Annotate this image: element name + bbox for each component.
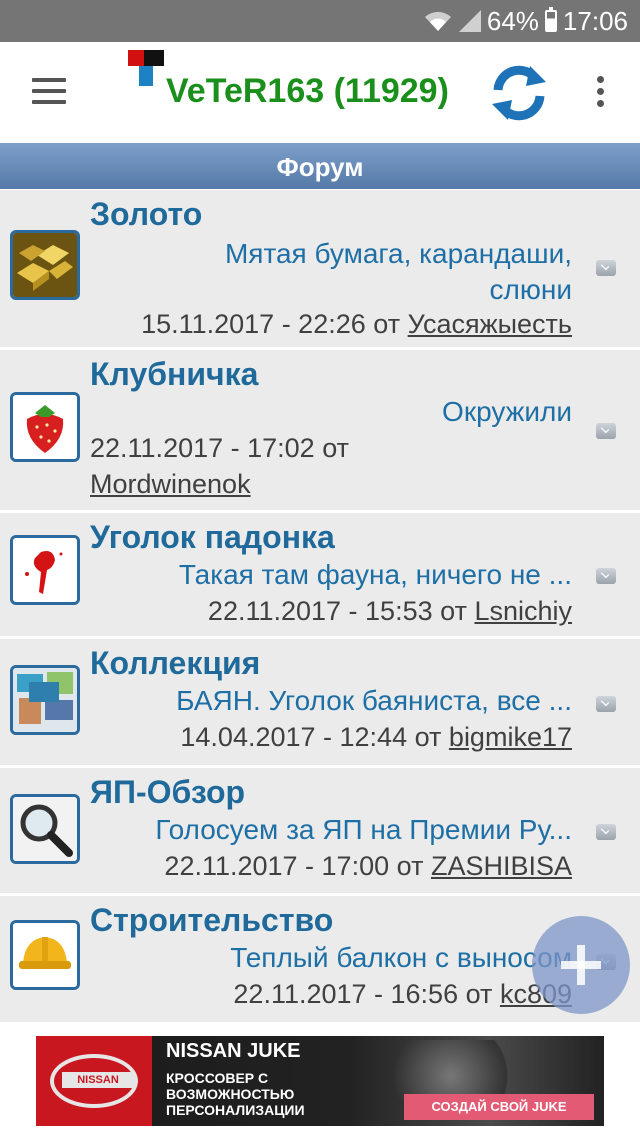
magnifier-icon	[10, 794, 80, 864]
add-fab-button[interactable]	[532, 916, 630, 1014]
forum-title: Уголок падонка	[90, 519, 335, 555]
forum-last-topic[interactable]: БАЯН. Уголок баяниста, все ...	[176, 683, 572, 719]
forum-title: Золото	[90, 196, 203, 232]
forum-user-link[interactable]: bigmike17	[449, 722, 572, 752]
forum-title: Клубничка	[90, 356, 259, 392]
refresh-icon[interactable]	[488, 62, 550, 124]
ad-logo-text: NISSAN	[62, 1072, 134, 1088]
forum-meta: 15.11.2017 - 22:26 от Усасяжыесть	[141, 306, 572, 342]
forum-from-label: от	[396, 851, 424, 881]
logo-icon	[128, 50, 168, 90]
ad-title: NISSAN JUKE	[166, 1040, 301, 1062]
red-blot-icon	[10, 535, 80, 605]
forum-item-yap-obzor[interactable]: ЯП-Обзор Голосуем за ЯП на Премии Ру... …	[0, 768, 640, 896]
forum-title: Коллекция	[90, 645, 261, 681]
forum-date: 22.11.2017 - 17:02	[90, 433, 315, 463]
forum-item-kollekciya[interactable]: Коллекция БАЯН. Уголок баяниста, все ...…	[0, 639, 640, 768]
forum-user-link[interactable]: Mordwinenok	[90, 469, 251, 499]
signal-icon	[458, 10, 481, 32]
forum-meta: 22.11.2017 - 17:02 от Mordwinenok	[90, 430, 430, 502]
nissan-logo-icon: NISSAN	[36, 1036, 152, 1126]
app-bar: VeTeR163 (11929)	[0, 42, 640, 142]
status-time: 17:06	[562, 5, 628, 36]
battery-percent: 64%	[486, 5, 539, 36]
forum-from-label: от	[322, 433, 350, 463]
wifi-icon	[424, 11, 451, 31]
mail-icon	[596, 568, 616, 584]
forum-last-topic[interactable]: Теплый балкон с выносом	[230, 940, 572, 976]
menu-icon[interactable]	[32, 78, 66, 106]
more-icon[interactable]	[594, 76, 606, 110]
ad-banner[interactable]: NISSAN NISSAN JUKE КРОССОВЕР С ВОЗМОЖНОС…	[36, 1036, 604, 1126]
forum-meta: 22.11.2017 - 15:53 от Lsnichiy	[208, 593, 572, 629]
battery-icon	[544, 7, 557, 32]
strawberry-icon	[10, 392, 80, 462]
forum-meta: 14.04.2017 - 12:44 от bigmike17	[180, 719, 572, 755]
forum-date: 15.11.2017 - 22:26	[141, 309, 366, 339]
hard-hat-icon	[10, 920, 80, 990]
forum-from-label: от	[440, 596, 467, 626]
mail-icon	[596, 423, 616, 439]
mail-icon	[596, 260, 616, 276]
gold-bars-icon	[10, 230, 80, 300]
ad-area: NISSAN NISSAN JUKE КРОССОВЕР С ВОЗМОЖНОС…	[0, 1022, 640, 1138]
forum-date: 22.11.2017 - 17:00	[164, 851, 390, 881]
forum-list[interactable]: Золото Мятая бумага, карандаши, слюни 15…	[0, 190, 640, 1022]
forum-title: Строительство	[90, 902, 334, 938]
forum-from-label: от	[414, 722, 442, 752]
forum-last-topic[interactable]: Голосуем за ЯП на Премии Ру...	[155, 812, 572, 848]
forum-meta: 22.11.2017 - 16:56 от kc809	[233, 976, 572, 1012]
forum-from-label: от	[465, 979, 493, 1009]
car-interior-image	[366, 1040, 536, 1100]
forum-date: 22.11.2017 - 15:53	[207, 596, 433, 626]
forum-item-ugolok-padonka[interactable]: Уголок падонка Такая там фауна, ничего н…	[0, 513, 640, 639]
forum-user-link[interactable]: Lsnichiy	[474, 596, 572, 626]
app-title: VeTeR163 (11929)	[166, 72, 449, 110]
forum-meta: 22.11.2017 - 17:00 от ZASHIBISA	[164, 848, 572, 884]
ad-subtitle: КРОССОВЕР С ВОЗМОЖНОСТЬЮ ПЕРСОНАЛИЗАЦИИ	[166, 1070, 305, 1118]
ad-cta-button[interactable]: СОЗДАЙ СВОЙ JUKE	[404, 1094, 594, 1120]
mail-icon	[596, 824, 616, 840]
forum-last-topic[interactable]: Мятая бумага, карандаши, слюни	[152, 236, 572, 308]
forum-item-klubnichka[interactable]: Клубничка Окружили 22.11.2017 - 17:02 от…	[0, 350, 640, 513]
forum-item-zoloto[interactable]: Золото Мятая бумага, карандаши, слюни 15…	[0, 190, 640, 350]
forum-user-link[interactable]: Усасяжыесть	[408, 309, 572, 339]
forum-from-label: от	[373, 309, 401, 339]
forum-date: 22.11.2017 - 16:56	[233, 979, 459, 1009]
status-right: 64% 17:06	[423, 0, 628, 42]
forum-last-topic[interactable]: Окружили	[442, 394, 572, 430]
forum-last-topic[interactable]: Такая там фауна, ничего не ...	[179, 557, 572, 593]
mail-icon	[596, 696, 616, 712]
status-bar: 64% 17:06	[0, 0, 640, 42]
forum-title: ЯП-Обзор	[90, 774, 246, 810]
section-header: Форум	[0, 143, 640, 189]
photo-collage-icon	[10, 665, 80, 735]
forum-date: 14.04.2017 - 12:44	[180, 722, 408, 752]
forum-user-link[interactable]: ZASHIBISA	[431, 851, 572, 881]
